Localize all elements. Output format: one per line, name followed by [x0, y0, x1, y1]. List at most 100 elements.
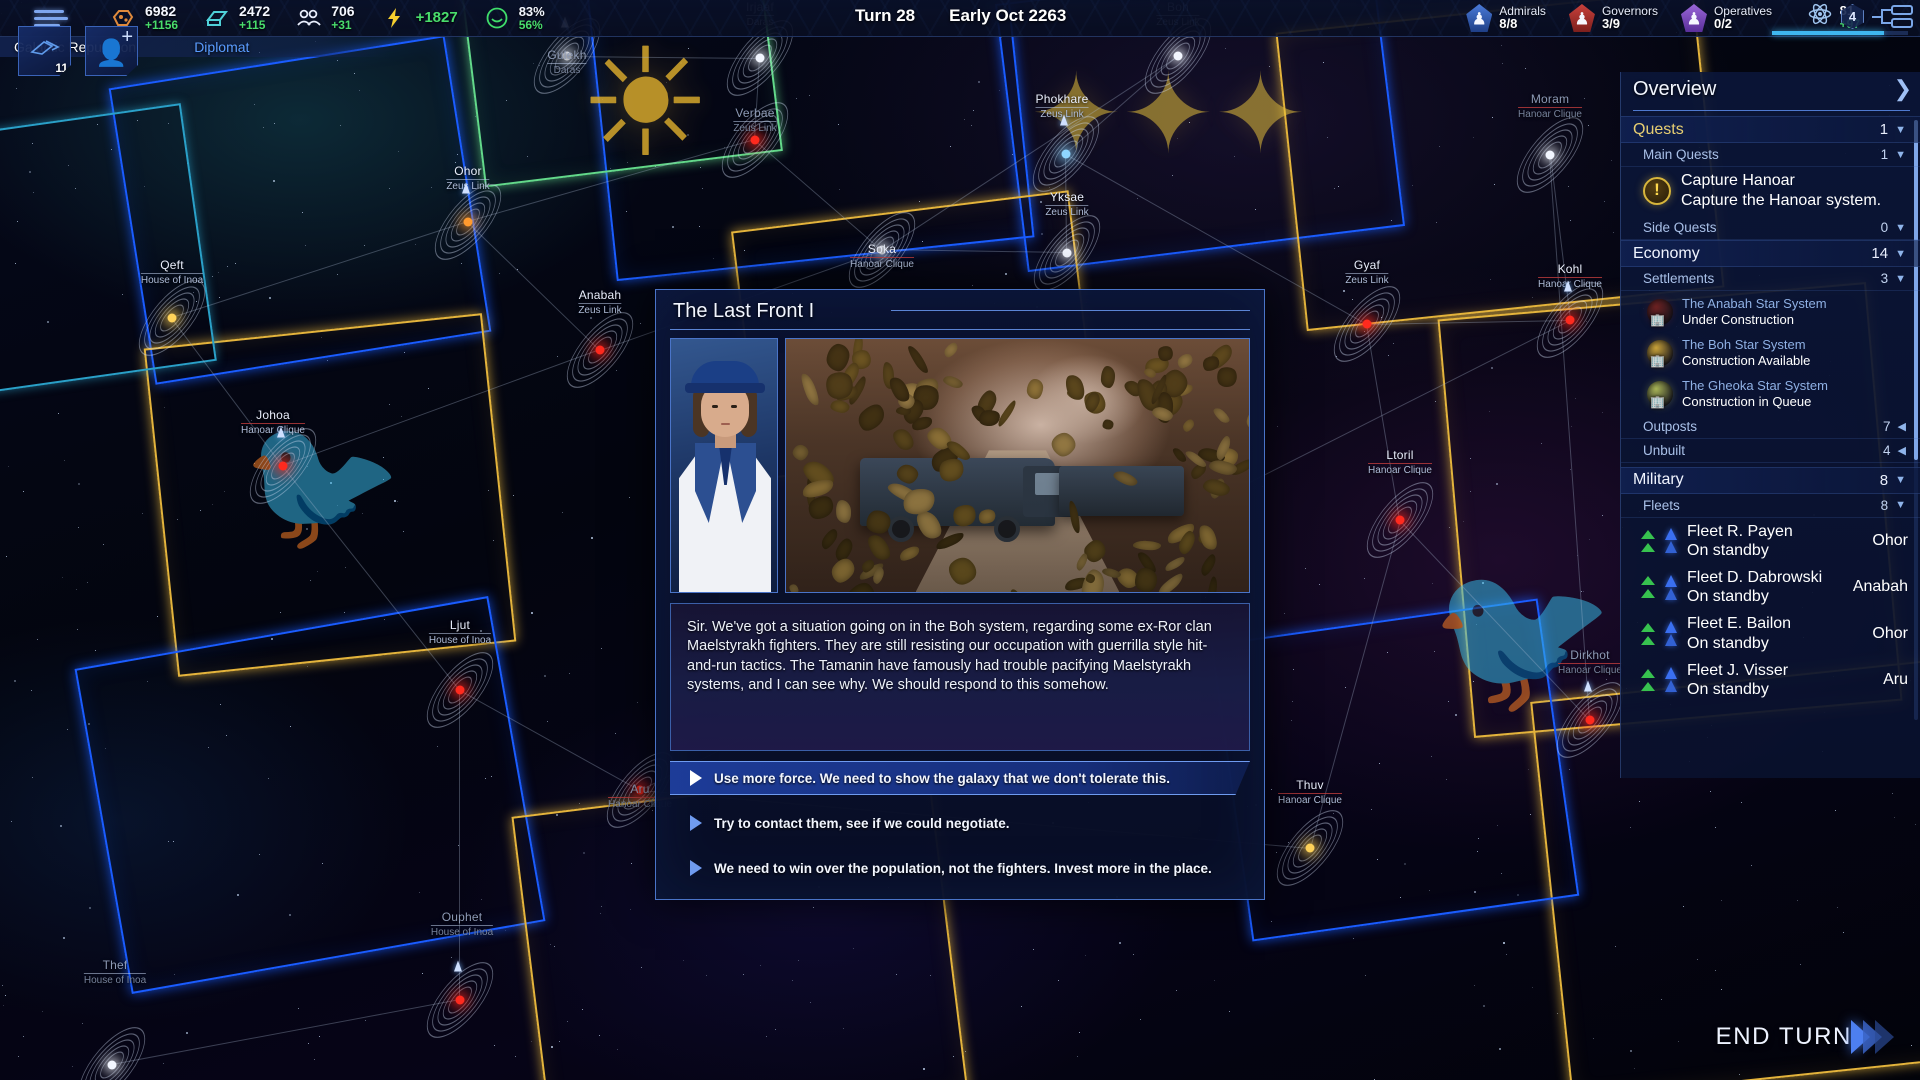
chevron-down-icon[interactable]: ▼	[1895, 474, 1906, 486]
chevron-right-icon[interactable]: ❯	[1894, 76, 1912, 102]
system-name: Verbae	[735, 106, 775, 120]
dialog-choice-1[interactable]: Use more force. We need to show the gala…	[670, 761, 1250, 795]
section-quests[interactable]: Quests 1 ▼	[1621, 116, 1920, 143]
system-label[interactable]: Ouphet House of Inoa	[430, 910, 494, 938]
star-system[interactable]	[1317, 271, 1417, 377]
system-label[interactable]: Yksae Zeus Link	[1045, 190, 1089, 218]
chevron-left-icon[interactable]: ◀	[1898, 420, 1906, 433]
star-system[interactable]	[233, 413, 333, 519]
chevron-down-icon[interactable]: ▼	[1895, 248, 1906, 260]
star-system[interactable]	[1260, 795, 1360, 901]
star-system[interactable]	[1350, 467, 1450, 573]
star-system[interactable]	[418, 169, 518, 275]
dialog-title-underline	[670, 329, 1250, 330]
tech-counter[interactable]: 4	[1841, 4, 1914, 29]
subsection-unbuilt[interactable]: Unbuilt 4 ◀	[1621, 439, 1920, 463]
system-label[interactable]: Moram Hanoar Clique	[1518, 92, 1582, 120]
settlement-row[interactable]: 🏢 The Gheoka Star System Construction in Q…	[1621, 373, 1920, 414]
section-economy[interactable]: Economy 14 ▼	[1621, 240, 1920, 268]
system-faction: Hanoar Clique	[241, 425, 305, 436]
fleet-row[interactable]: Fleet E. Bailon On standby Ohor	[1621, 610, 1920, 656]
operatives-value: 0/2	[1713, 16, 1733, 32]
system-label[interactable]: Thef House of Inoa	[83, 958, 147, 986]
settlement-row[interactable]: 🏢 The Anabah Star System Under Constructio…	[1621, 291, 1920, 332]
system-name: Qeft	[160, 258, 184, 272]
settlement-status: Under Construction	[1682, 311, 1794, 327]
system-name: Phokhare	[1035, 92, 1089, 106]
hamburger-menu-icon[interactable]	[34, 9, 68, 27]
dialog-choice-3[interactable]: We need to win over the population, not …	[670, 851, 1250, 885]
subsection-side-quests[interactable]: Side Quests 0 ▼	[1621, 216, 1920, 241]
fleet-strength-icon	[1641, 529, 1655, 552]
system-label[interactable]: Dirkhot Hanoar Clique	[1558, 648, 1622, 676]
resource-happiness[interactable]: 83% 56%	[484, 5, 545, 31]
system-name: Anabah	[578, 288, 622, 302]
system-label[interactable]: Anabah Zeus Link	[578, 288, 622, 316]
fleet-marker-icon[interactable]	[462, 182, 470, 194]
star-system[interactable]	[410, 947, 510, 1053]
chevron-down-icon[interactable]: ▼	[1895, 149, 1906, 161]
fleet-ship-icon	[1663, 574, 1679, 600]
system-label[interactable]: Ljut House of Inoa	[428, 618, 492, 646]
star-system[interactable]	[1017, 200, 1117, 306]
dialog-body: Sir. We've got a situation going on in t…	[656, 338, 1264, 885]
chevron-down-icon[interactable]: ▼	[1895, 273, 1906, 285]
star-system[interactable]	[62, 1012, 162, 1080]
system-name: Gyaf	[1353, 258, 1381, 272]
system-label[interactable]: Johoa Hanoar Clique	[241, 408, 305, 436]
system-label[interactable]: Soka Hanoar Clique	[850, 242, 914, 270]
fleet-marker-icon[interactable]	[1060, 114, 1068, 126]
system-faction: House of Inoa	[430, 927, 494, 938]
reputation-card-fleet[interactable]: 11	[18, 26, 71, 76]
officer-operatives[interactable]: ♟ Operatives 0/2	[1680, 4, 1772, 32]
fleet-marker-icon[interactable]	[277, 426, 285, 438]
reputation-card-add-envoy[interactable]: 👤 +	[85, 26, 138, 76]
dialog-title-accentline	[891, 310, 1250, 311]
star-system[interactable]	[410, 637, 510, 743]
settlement-status: Construction in Queue	[1682, 394, 1812, 409]
subsection-fleets[interactable]: Fleets 8 ▼	[1621, 494, 1920, 518]
dialog-choice-2[interactable]: Try to contact them, see if we could neg…	[670, 806, 1250, 840]
fleet-name: Fleet D. Dabrowski	[1687, 568, 1823, 586]
fleet-status: On standby	[1687, 588, 1769, 606]
system-faction: Hanoar Clique	[1278, 795, 1342, 806]
settlement-row[interactable]: 🏢 The Boh Star System Construction Availab…	[1621, 332, 1920, 373]
battlefield-illustration	[785, 338, 1250, 593]
reputation-trait[interactable]: Diplomat	[194, 39, 249, 55]
resource-population[interactable]: 706 +31	[296, 4, 355, 32]
chevron-down-icon[interactable]: ▼	[1895, 499, 1906, 511]
star-system[interactable]	[550, 297, 650, 403]
system-label[interactable]: Gyaf Zeus Link	[1345, 258, 1389, 286]
resource-alloys[interactable]: 2472 +115	[204, 4, 270, 32]
system-label[interactable]: Verbae Zeus Link	[733, 106, 777, 134]
fleet-marker-icon[interactable]	[454, 960, 462, 972]
end-turn-button[interactable]: END TURN	[1716, 1020, 1894, 1054]
fleet-row[interactable]: Fleet R. Payen On standby Ohor	[1621, 518, 1920, 564]
subsection-main-quests[interactable]: Main Quests 1 ▼	[1621, 143, 1920, 167]
subsection-outposts[interactable]: Outposts 7 ◀	[1621, 415, 1920, 439]
resource-energy[interactable]: +1827	[381, 6, 458, 30]
chevron-down-icon[interactable]: ▼	[1895, 222, 1906, 234]
system-label[interactable]: Ltoril Hanoar Clique	[1368, 448, 1432, 476]
system-label[interactable]: Qeft House of Inoa	[140, 258, 204, 286]
star-system[interactable]	[1500, 102, 1600, 208]
star-system[interactable]	[1016, 101, 1116, 207]
officer-admirals[interactable]: ♟ Admirals 8/8	[1466, 4, 1546, 32]
chevron-left-icon[interactable]: ◀	[1898, 444, 1906, 457]
quest-item[interactable]: Capture Hanoar Capture the Hanoar system…	[1621, 167, 1920, 216]
sidebar-title: Overview	[1633, 78, 1717, 100]
planet-green-icon: 🏢	[1647, 381, 1673, 409]
fleet-row[interactable]: Fleet D. Dabrowski On standby Anabah	[1621, 564, 1920, 610]
fleet-marker-icon[interactable]	[1564, 280, 1572, 292]
fleet-marker-icon[interactable]	[1584, 680, 1592, 692]
star-system[interactable]	[122, 265, 222, 371]
subsection-settlements[interactable]: Settlements 3 ▼	[1621, 267, 1920, 292]
system-label[interactable]: Thuv Hanoar Clique	[1278, 778, 1342, 806]
officer-governors[interactable]: ♟ Governors 3/9	[1568, 4, 1658, 32]
fleet-row[interactable]: Fleet J. Visser On standby Aru	[1621, 657, 1920, 703]
add-envoy-icon[interactable]: +	[121, 27, 133, 47]
section-military[interactable]: Military 8 ▼	[1621, 466, 1920, 494]
chevron-down-icon[interactable]: ▼	[1895, 124, 1906, 136]
star-system[interactable]	[1520, 267, 1620, 373]
fleet-ship-icon	[1663, 667, 1679, 693]
